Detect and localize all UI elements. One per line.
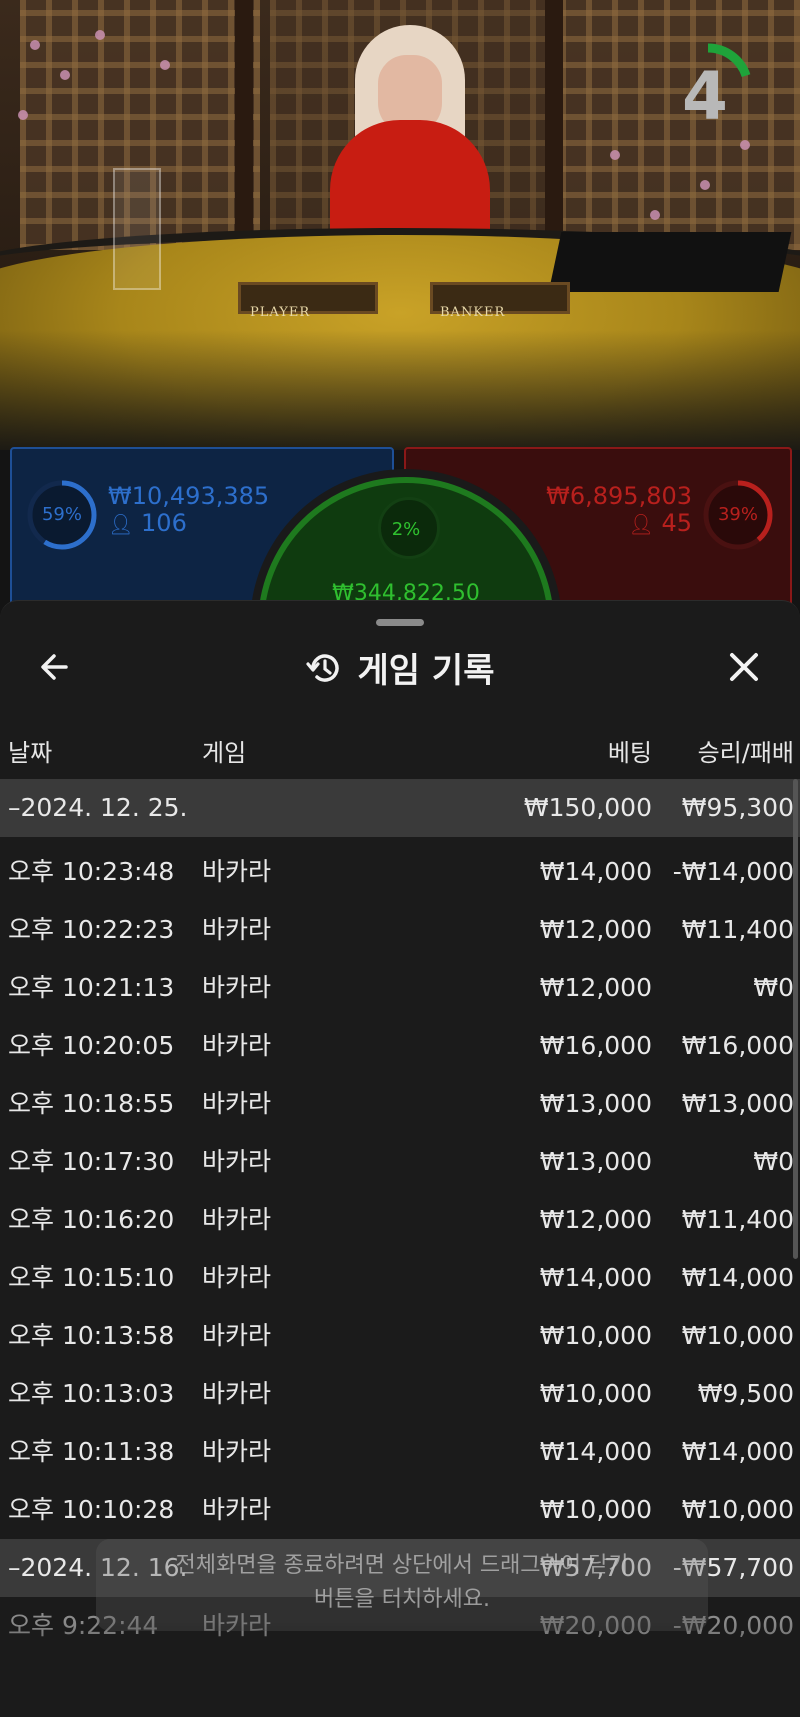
row-time: 오후 10:11:38: [8, 1437, 175, 1466]
row-game: 바카라: [202, 1379, 272, 1408]
card-shoe: [548, 232, 792, 292]
history-row[interactable]: 오후 10:21:13 바카라 ₩12,000 ₩0: [0, 959, 800, 1017]
person-icon: 👤︎: [108, 512, 134, 536]
row-game: 바카라: [202, 1205, 272, 1234]
banker-table-label: BANKER: [440, 305, 506, 320]
row-result: ₩16,000: [681, 1031, 794, 1060]
history-row[interactable]: 오후 10:22:23 바카라 ₩12,000 ₩11,400: [0, 901, 800, 959]
row-result: ₩9,500: [697, 1379, 794, 1408]
drag-handle[interactable]: [376, 619, 424, 626]
row-bet: ₩12,000: [539, 915, 652, 944]
row-time: 오후 10:21:13: [8, 973, 175, 1002]
row-game: 바카라: [202, 1495, 272, 1524]
history-row[interactable]: 오후 10:15:10 바카라 ₩14,000 ₩14,000: [0, 1249, 800, 1307]
row-bet: ₩14,000: [539, 1263, 652, 1292]
wooden-pillar: [235, 0, 253, 250]
history-row[interactable]: 오후 10:17:30 바카라 ₩13,000 ₩0: [0, 1133, 800, 1191]
row-result: -₩14,000: [672, 857, 794, 886]
card-holder: [113, 168, 161, 290]
wooden-pillar: [545, 0, 563, 250]
row-bet: ₩13,000: [539, 1147, 652, 1176]
bet-distribution-panel: 59% ₩10,493,385 👤︎ 106 39% ₩6,895,803 👤︎…: [10, 447, 792, 773]
column-header-bet[interactable]: 베팅: [608, 733, 652, 768]
banker-percent: 39%: [717, 504, 758, 525]
row-game: 바카라: [202, 1031, 272, 1060]
row-time: 오후 10:13:58: [8, 1321, 175, 1350]
countdown-timer: 4: [682, 58, 728, 135]
row-game: 바카라: [202, 1321, 272, 1350]
sheet-title: 게임 기록: [357, 651, 495, 691]
row-bet: ₩14,000: [539, 1437, 652, 1466]
row-bet: ₩12,000: [539, 973, 652, 1002]
group-date: –2024. 12. 25.: [8, 793, 188, 822]
row-result: ₩10,000: [681, 1495, 794, 1524]
row-game: 바카라: [202, 1437, 272, 1466]
row-time: 오후 10:18:55: [8, 1089, 175, 1118]
player-count-value: 106: [141, 509, 187, 537]
row-game: 바카라: [202, 1089, 272, 1118]
row-result: ₩0: [753, 973, 794, 1002]
row-time: 오후 10:16:20: [8, 1205, 175, 1234]
player-table-label: PLAYER: [250, 305, 311, 320]
group-result-total: ₩95,300: [681, 793, 794, 822]
history-row[interactable]: 오후 10:10:28 바카라 ₩10,000 ₩10,000: [0, 1481, 800, 1539]
row-game: 바카라: [202, 857, 272, 886]
toast-line-1: 전체화면을 종료하려면 상단에서 드래그하여 닫기: [175, 1553, 629, 1578]
row-time: 오후 10:15:10: [8, 1263, 175, 1292]
row-time: 오후 10:17:30: [8, 1147, 175, 1176]
close-icon[interactable]: [724, 647, 764, 687]
history-row[interactable]: 오후 10:13:58 바카라 ₩10,000 ₩10,000: [0, 1307, 800, 1365]
row-bet: ₩16,000: [539, 1031, 652, 1060]
player-bettor-count: 👤︎ 106: [108, 509, 187, 537]
banker-bet-amount: ₩6,895,803: [546, 482, 692, 510]
history-row[interactable]: 오후 10:16:20 바카라 ₩12,000 ₩11,400: [0, 1191, 800, 1249]
row-game: 바카라: [202, 915, 272, 944]
row-time: 오후 10:13:03: [8, 1379, 175, 1408]
scrollbar[interactable]: [793, 779, 798, 1259]
player-bet-amount: ₩10,493,385: [108, 482, 270, 510]
row-time: 오후 10:20:05: [8, 1031, 175, 1060]
player-percent: 59%: [41, 504, 82, 525]
row-game: 바카라: [202, 1147, 272, 1176]
row-result: ₩11,400: [681, 915, 794, 944]
person-icon: 👤︎: [628, 512, 654, 536]
row-time: 오후 10:22:23: [8, 915, 175, 944]
row-result: ₩14,000: [681, 1437, 794, 1466]
row-result: ₩13,000: [681, 1089, 794, 1118]
history-row[interactable]: 오후 10:18:55 바카라 ₩13,000 ₩13,000: [0, 1075, 800, 1133]
row-bet: ₩10,000: [539, 1495, 652, 1524]
row-time: 오후 10:23:48: [8, 857, 175, 886]
row-game: 바카라: [202, 973, 272, 1002]
history-row[interactable]: 오후 10:13:03 바카라 ₩10,000 ₩9,500: [0, 1365, 800, 1423]
row-result: ₩11,400: [681, 1205, 794, 1234]
history-row[interactable]: 오후 10:20:05 바카라 ₩16,000 ₩16,000: [0, 1017, 800, 1075]
column-header-game[interactable]: 게임: [202, 733, 246, 768]
row-bet: ₩10,000: [539, 1379, 652, 1408]
row-bet: ₩12,000: [539, 1205, 652, 1234]
row-bet: ₩14,000: [539, 857, 652, 886]
row-bet: ₩13,000: [539, 1089, 652, 1118]
row-game: 바카라: [202, 1263, 272, 1292]
row-time: 오후 10:10:28: [8, 1495, 175, 1524]
fullscreen-toast: 전체화면을 종료하려면 상단에서 드래그하여 닫기 버튼을 터치하세요.: [96, 1539, 708, 1631]
row-result: ₩0: [753, 1147, 794, 1176]
column-header-result[interactable]: 승리/패배: [698, 733, 794, 768]
row-bet: ₩10,000: [539, 1321, 652, 1350]
banker-count-value: 45: [661, 509, 692, 537]
history-row[interactable]: 오후 10:11:38 바카라 ₩14,000 ₩14,000: [0, 1423, 800, 1481]
row-result: ₩14,000: [681, 1263, 794, 1292]
sheet-header: 게임 기록: [0, 643, 800, 692]
history-list: –2024. 12. 25. ₩150,000 ₩95,300 오후 10:23:48…: [0, 779, 800, 1655]
date-group-row[interactable]: –2024. 12. 25. ₩150,000 ₩95,300: [0, 779, 800, 837]
history-icon: [305, 653, 339, 682]
row-result: ₩10,000: [681, 1321, 794, 1350]
tie-percent: 2%: [391, 519, 421, 540]
toast-line-2: 버튼을 터치하세요.: [314, 1587, 490, 1612]
banker-bettor-count: 👤︎ 45: [628, 509, 692, 537]
column-header-date[interactable]: 날짜: [8, 733, 52, 768]
game-history-sheet: 게임 기록 날짜 게임 베팅 승리/패배 –2024. 12. 25. ₩150,…: [0, 600, 800, 1717]
history-row[interactable]: 오후 10:23:48 바카라 ₩14,000 -₩14,000: [0, 843, 800, 901]
group-bet-total: ₩150,000: [523, 793, 652, 822]
